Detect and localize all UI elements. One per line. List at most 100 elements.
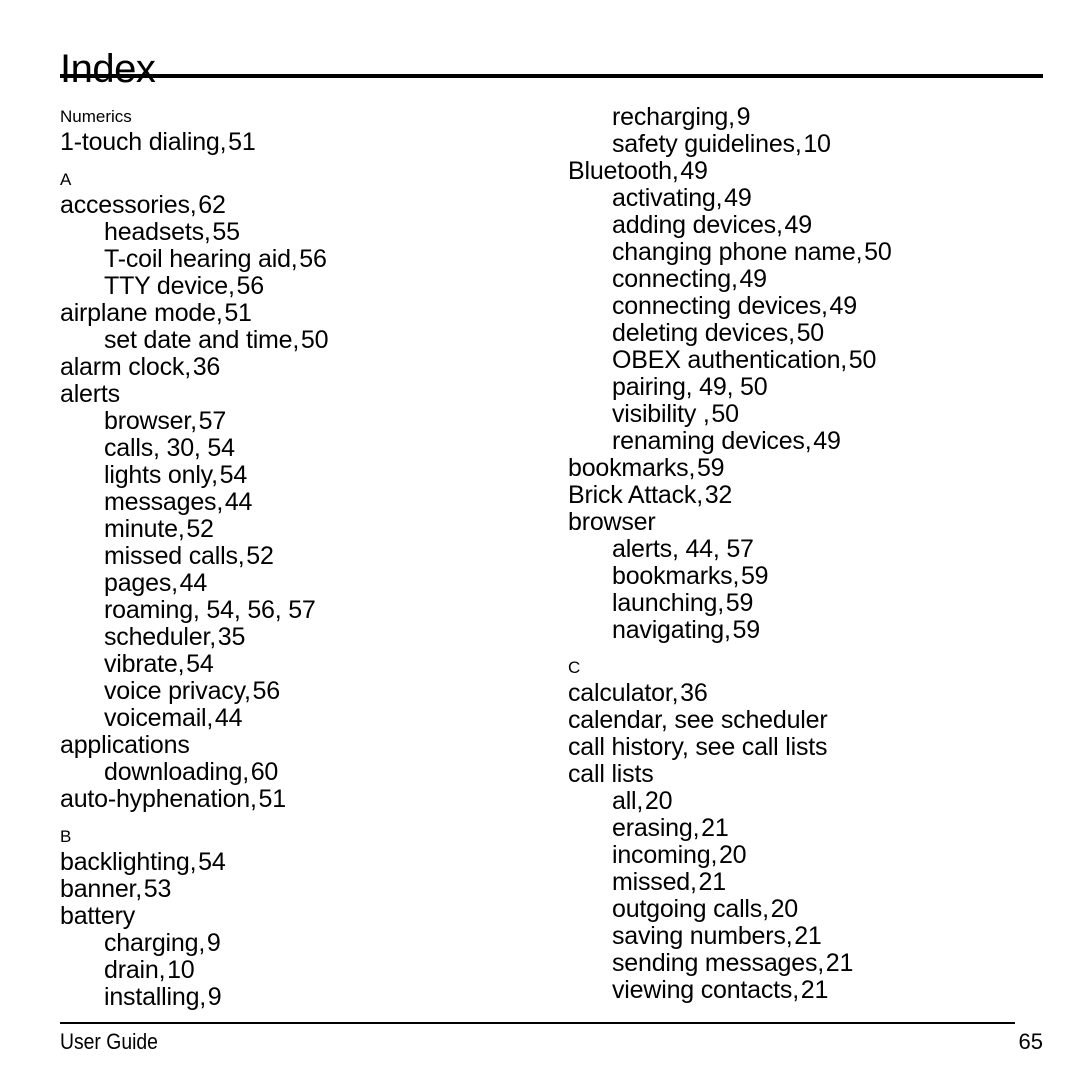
index-entry-pages[interactable]: pages, 44	[104, 570, 520, 597]
index-entry-installing[interactable]: installing, 9	[104, 984, 520, 1011]
index-entry-bookmarks[interactable]: bookmarks, 59	[568, 455, 1028, 482]
index-entry-erasing[interactable]: erasing, 21	[612, 815, 1028, 842]
index-entry-term: TTY device	[104, 272, 228, 300]
index-entry-incoming[interactable]: incoming, 20	[612, 842, 1028, 869]
index-entry-1-touch-dialing[interactable]: 1-touch dialing, 51	[60, 129, 520, 156]
index-entry-connecting[interactable]: connecting, 49	[612, 266, 1028, 293]
index-entry-alerts[interactable]: alerts, 44, 57	[612, 536, 1028, 563]
index-entry-accessories[interactable]: accessories, 62	[60, 192, 520, 219]
footer-divider	[60, 1022, 1015, 1024]
index-entry-battery[interactable]: battery	[60, 903, 520, 930]
index-entry-voicemail[interactable]: voicemail, 44	[104, 705, 520, 732]
index-entry-bluetooth[interactable]: Bluetooth, 49	[568, 158, 1028, 185]
index-entry-browser[interactable]: browser	[568, 509, 1028, 536]
index-entry-recharging[interactable]: recharging, 9	[612, 104, 1028, 131]
index-entry-backlighting[interactable]: backlighting, 54	[60, 849, 520, 876]
index-entry-term: OBEX authentication	[612, 346, 841, 374]
index-entry-calendar-see-scheduler[interactable]: calendar, see scheduler	[568, 707, 1028, 734]
index-entry-pages: 62	[198, 191, 226, 219]
index-entry-term: bookmarks	[612, 562, 733, 590]
index-entry-launching[interactable]: launching, 59	[612, 590, 1028, 617]
index-entry-term: battery	[60, 902, 136, 930]
index-entry-call-history-see-call-lists[interactable]: call history, see call lists	[568, 734, 1028, 761]
index-entry-all[interactable]: all, 20	[612, 788, 1028, 815]
index-entry-scheduler[interactable]: scheduler, 35	[104, 624, 520, 651]
index-entry-term: installing	[104, 983, 200, 1011]
index-entry-viewing-contacts[interactable]: viewing contacts, 21	[612, 977, 1028, 1004]
index-entry-brick-attack[interactable]: Brick Attack, 32	[568, 482, 1028, 509]
index-entry-messages[interactable]: messages, 44	[104, 489, 520, 516]
section-heading-c: C	[568, 658, 581, 677]
index-entry-pages: 9	[207, 983, 222, 1011]
index-entry-renaming-devices[interactable]: renaming devices, 49	[612, 428, 1028, 455]
index-entry-separator: ,	[671, 535, 686, 563]
index-entry-auto-hyphenation[interactable]: auto-hyphenation, 51	[60, 786, 520, 813]
index-entry-pages: 49	[813, 427, 841, 455]
index-entry-pages: 44, 57	[685, 535, 754, 563]
index-entry-charging[interactable]: charging, 9	[104, 930, 520, 957]
index-entry-term: accessories	[60, 191, 190, 219]
index-entry-calculator[interactable]: calculator, 36	[568, 680, 1028, 707]
index-entry-term: recharging	[612, 103, 729, 131]
index-entry-safety-guidelines[interactable]: safety guidelines, 10	[612, 131, 1028, 158]
index-entry-pages: 36	[680, 679, 708, 707]
index-entry-airplane-mode[interactable]: airplane mode, 51	[60, 300, 520, 327]
index-entry-set-date-and-time[interactable]: set date and time, 50	[104, 327, 520, 354]
index-entry-pages: 21	[698, 868, 727, 896]
index-entry-pages: 50	[711, 400, 739, 428]
index-entry-navigating[interactable]: navigating, 59	[612, 617, 1028, 644]
index-entry-browser[interactable]: browser, 57	[104, 408, 520, 435]
index-entry-roaming[interactable]: roaming, 54, 56, 57	[104, 597, 520, 624]
index-entry-downloading[interactable]: downloading, 60	[104, 759, 520, 786]
index-entry-pairing[interactable]: pairing, 49, 50	[612, 374, 1028, 401]
index-entry-minute[interactable]: minute, 52	[104, 516, 520, 543]
index-column-right: recharging, 9 safety guidelines, 10 Blueto…	[568, 104, 1028, 1004]
index-entry-alarm-clock[interactable]: alarm clock, 36	[60, 354, 520, 381]
index-entry-call-lists[interactable]: call lists	[568, 761, 1028, 788]
index-entry-tty-device[interactable]: TTY device, 56	[104, 273, 520, 300]
index-entry-visibility[interactable]: visibility , 50	[612, 401, 1028, 428]
index-entry-connecting-devices[interactable]: connecting devices, 49	[612, 293, 1028, 320]
index-entry-term: pages	[104, 569, 172, 597]
index-entry-missed[interactable]: missed, 21	[612, 869, 1028, 896]
index-entry-pages: 55	[212, 218, 240, 246]
index-entry-pages: 20	[644, 787, 673, 815]
index-entry-term: drain	[104, 956, 159, 984]
index-entry-adding-devices[interactable]: adding devices, 49	[612, 212, 1028, 239]
index-entry-missed-calls[interactable]: missed calls, 52	[104, 543, 520, 570]
index-entry-term: viewing contacts	[612, 976, 793, 1004]
index-entry-calls[interactable]: calls, 30, 54	[104, 435, 520, 462]
index-entry-pages: 56	[252, 677, 281, 705]
index-entry-term: call lists	[568, 760, 654, 788]
index-entry-separator: ,	[153, 434, 167, 462]
index-entry-lights-only[interactable]: lights only, 54	[104, 462, 520, 489]
index-entry-t-coil-hearing-aid[interactable]: T-coil hearing aid, 56	[104, 246, 520, 273]
index-entry-voice-privacy[interactable]: voice privacy, 56	[104, 678, 520, 705]
index-entry-term: calendar, see scheduler	[568, 706, 828, 734]
index-entry-bookmarks[interactable]: bookmarks, 59	[612, 563, 1028, 590]
index-entry-separator: ,	[685, 373, 700, 401]
index-entry-drain[interactable]: drain, 10	[104, 957, 520, 984]
index-entry-alerts[interactable]: alerts	[60, 381, 520, 408]
index-entry-changing-phone-name[interactable]: changing phone name, 50	[612, 239, 1028, 266]
index-entry-term: connecting devices	[612, 292, 822, 320]
index-entry-sending-messages[interactable]: sending messages, 21	[612, 950, 1028, 977]
index-entry-activating[interactable]: activating, 49	[612, 185, 1028, 212]
index-entry-applications[interactable]: applications	[60, 732, 520, 759]
index-entry-pages: 53	[143, 875, 172, 903]
index-entry-banner[interactable]: banner, 53	[60, 876, 520, 903]
footer-document-label: User Guide	[60, 1029, 158, 1054]
index-entry-deleting-devices[interactable]: deleting devices, 50	[612, 320, 1028, 347]
index-entry-pages: 56	[236, 272, 264, 300]
index-column-left: Numerics 1-touch dialing, 51 Aaccessories,…	[60, 104, 520, 1011]
index-entry-pages: 52	[246, 542, 274, 570]
index-entry-headsets[interactable]: headsets, 55	[104, 219, 520, 246]
footer-page-number: 65	[1018, 1029, 1043, 1054]
index-entry-term: roaming	[104, 596, 193, 624]
index-entry-vibrate[interactable]: vibrate, 54	[104, 651, 520, 678]
index-entry-pages: 49	[784, 211, 813, 239]
index-entry-outgoing-calls[interactable]: outgoing calls, 20	[612, 896, 1028, 923]
index-entry-obex-authentication[interactable]: OBEX authentication, 50	[612, 347, 1028, 374]
index-entry-pages: 21	[701, 814, 729, 842]
index-entry-saving-numbers[interactable]: saving numbers, 21	[612, 923, 1028, 950]
